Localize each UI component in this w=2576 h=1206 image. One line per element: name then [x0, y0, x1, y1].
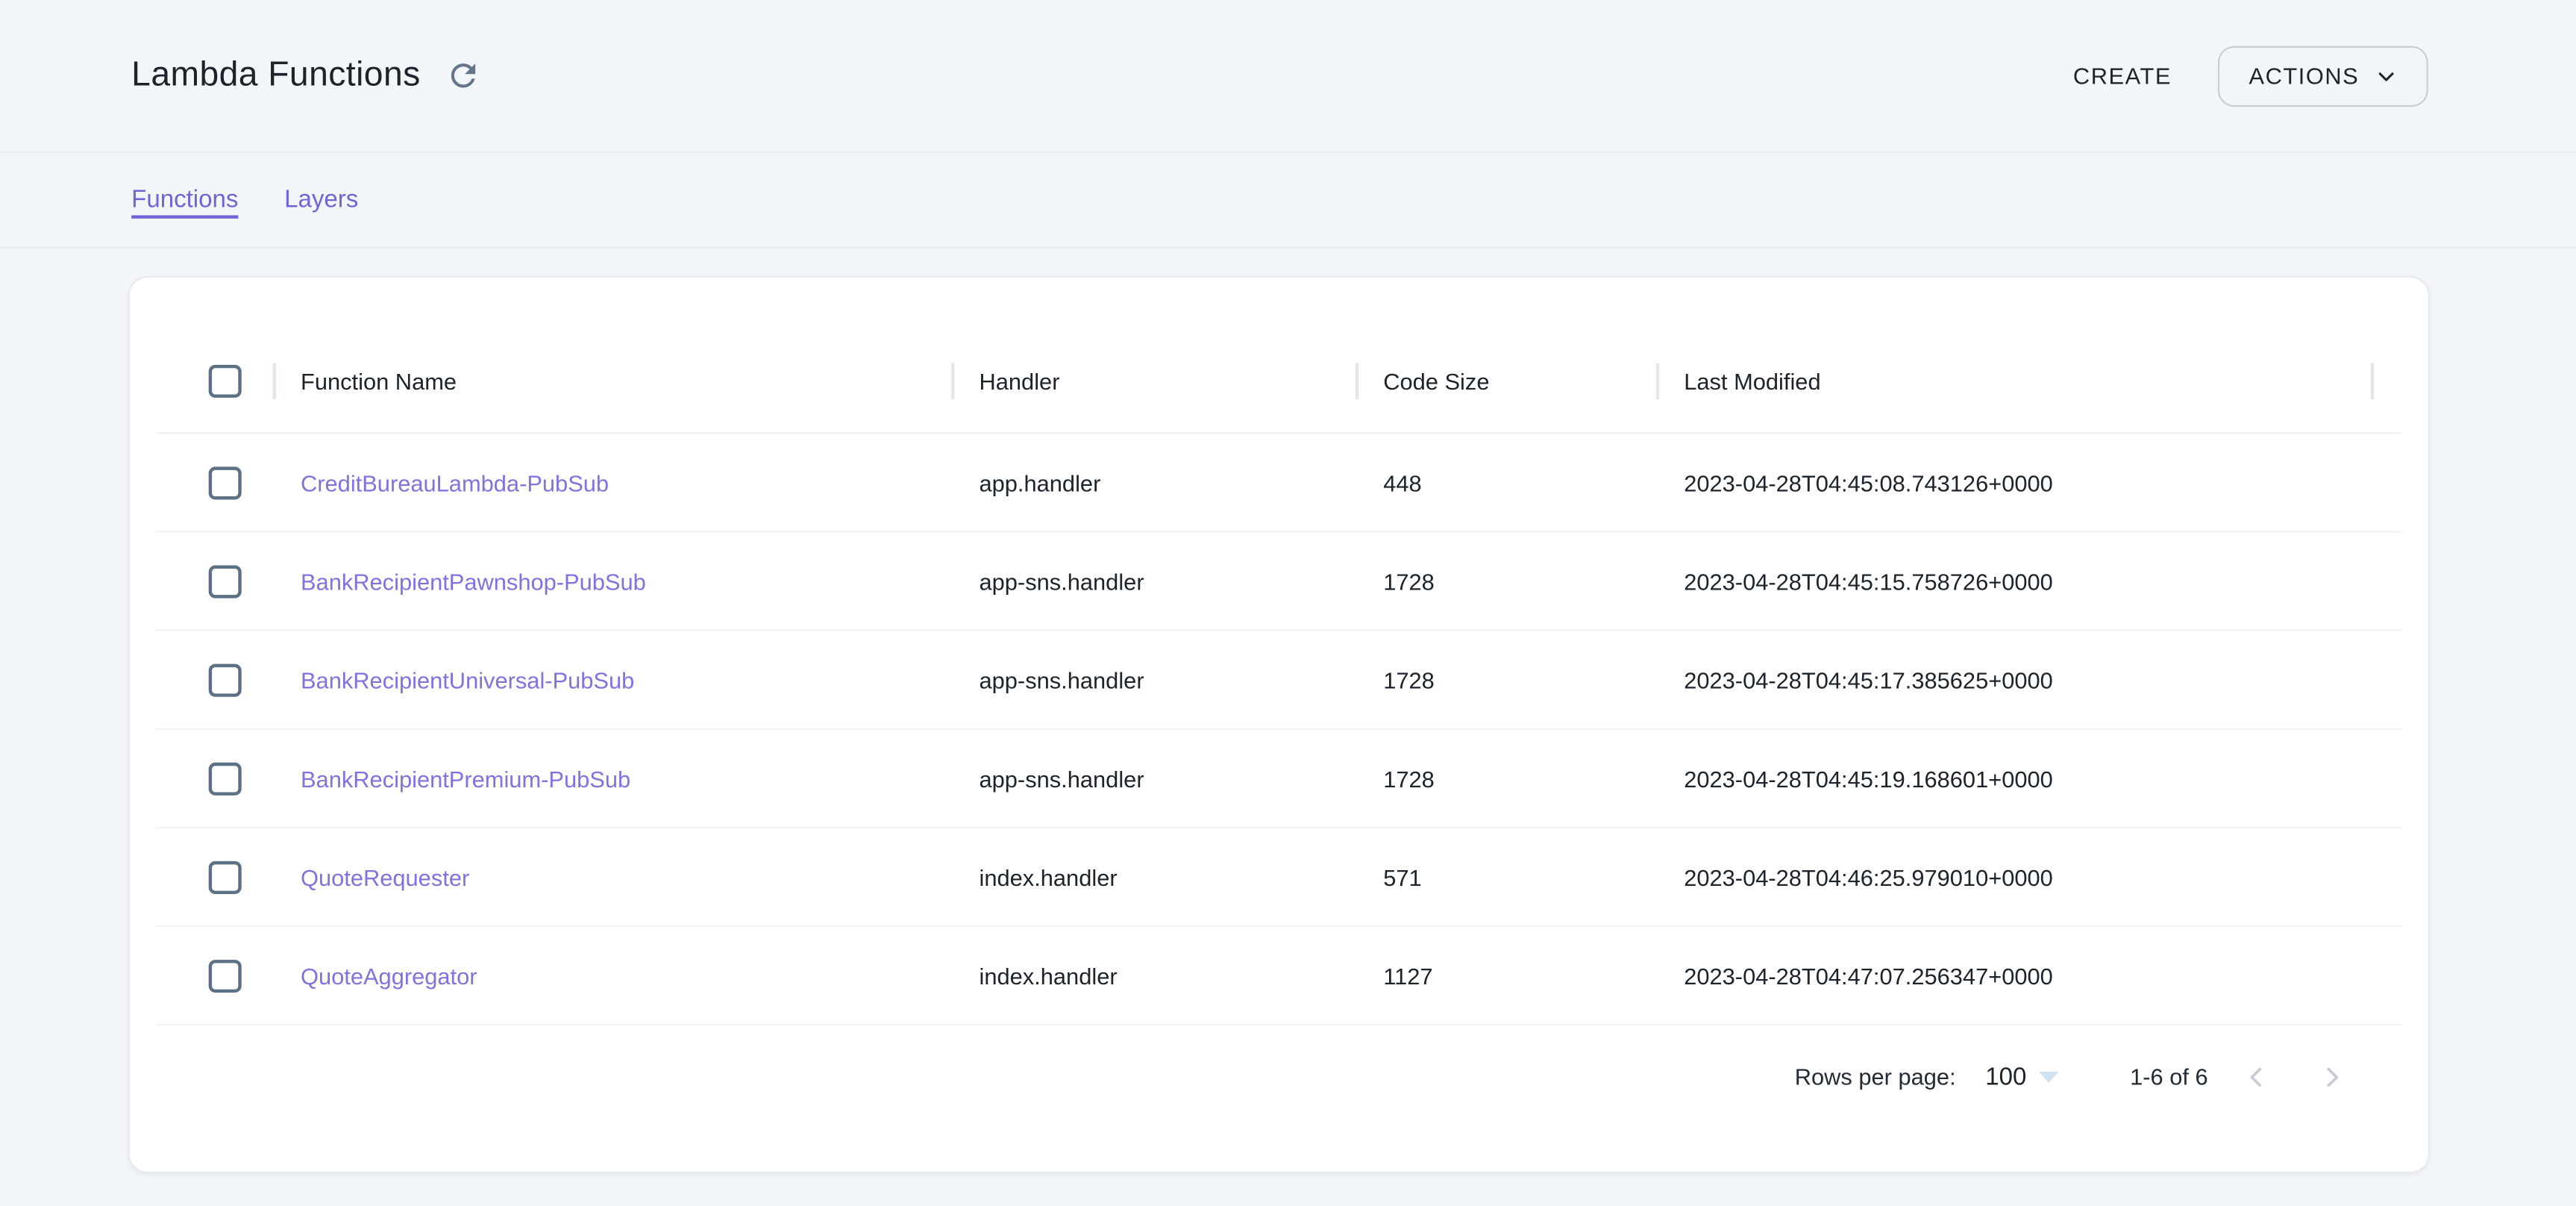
row-checkbox-cell — [156, 860, 272, 893]
code-size-cell: 1728 — [1356, 765, 1656, 791]
table-pagination: Rows per page: 100 1-6 of 6 — [156, 1025, 2401, 1128]
column-header-label: Function Name — [301, 368, 457, 394]
resource-tabs: Functions Layers — [0, 153, 2576, 249]
page-title: Lambda Functions — [131, 56, 421, 96]
column-header-label: Handler — [979, 368, 1059, 394]
row-checkbox[interactable] — [209, 959, 242, 992]
column-header-code-size[interactable]: Code Size — [1356, 331, 1656, 433]
code-size-cell: 1127 — [1356, 962, 1656, 988]
function-name-cell: QuoteRequester — [273, 863, 951, 890]
column-separator — [1656, 363, 1659, 399]
handler-cell: app.handler — [951, 469, 1356, 496]
previous-page-button[interactable] — [2228, 1049, 2284, 1105]
handler-cell: app-sns.handler — [951, 666, 1356, 693]
select-all-checkbox[interactable] — [209, 365, 242, 398]
column-separator — [2371, 363, 2374, 399]
rows-per-page-label: Rows per page: — [1795, 1063, 1956, 1090]
actions-button-label: ACTIONS — [2248, 63, 2359, 89]
next-page-button[interactable] — [2303, 1049, 2359, 1105]
table-row: QuoteAggregator index.handler 1127 2023-… — [156, 927, 2401, 1025]
last-modified-cell: 2023-04-28T04:45:19.168601+0000 — [1656, 765, 2371, 791]
lambda-functions-page: Lambda Functions CREATE ACTIONS Function… — [0, 0, 2576, 1206]
pagination-range: 1-6 of 6 — [2130, 1063, 2208, 1090]
table-row: BankRecipientPawnshop-PubSub app-sns.han… — [156, 533, 2401, 631]
column-separator — [273, 363, 276, 399]
table-row: BankRecipientPremium-PubSub app-sns.hand… — [156, 730, 2401, 828]
header-checkbox-cell — [156, 365, 272, 398]
column-header-function-name[interactable]: Function Name — [273, 331, 951, 433]
rows-per-page-value: 100 — [1985, 1063, 2026, 1090]
column-separator — [951, 363, 954, 399]
refresh-icon — [445, 57, 481, 93]
chevron-down-icon — [2375, 65, 2397, 87]
code-size-cell: 1728 — [1356, 666, 1656, 693]
row-checkbox-cell — [156, 663, 272, 696]
code-size-cell: 1728 — [1356, 568, 1656, 594]
function-name-cell: BankRecipientPremium-PubSub — [273, 765, 951, 791]
row-checkbox[interactable] — [209, 466, 242, 499]
row-checkbox[interactable] — [209, 564, 242, 597]
last-modified-cell: 2023-04-28T04:45:15.758726+0000 — [1656, 568, 2371, 594]
chevron-left-icon — [2242, 1063, 2269, 1090]
last-modified-cell: 2023-04-28T04:47:07.256347+0000 — [1656, 962, 2371, 988]
handler-cell: index.handler — [951, 863, 1356, 890]
table-header-row: Function Name Handler Code Size Last Mod… — [156, 331, 2401, 434]
function-name-link[interactable]: BankRecipientUniversal-PubSub — [301, 666, 634, 693]
function-name-link[interactable]: BankRecipientPawnshop-PubSub — [301, 568, 646, 594]
tab-functions[interactable]: Functions — [131, 186, 238, 213]
row-checkbox[interactable] — [209, 860, 242, 893]
handler-cell: app-sns.handler — [951, 568, 1356, 594]
last-modified-cell: 2023-04-28T04:45:17.385625+0000 — [1656, 666, 2371, 693]
column-header-last-modified[interactable]: Last Modified — [1656, 331, 2371, 433]
actions-button[interactable]: ACTIONS — [2218, 46, 2428, 106]
last-modified-cell: 2023-04-28T04:46:25.979010+0000 — [1656, 863, 2371, 890]
function-name-link[interactable]: BankRecipientPremium-PubSub — [301, 765, 630, 791]
rows-per-page-select[interactable]: 100 — [1985, 1063, 2058, 1090]
function-name-cell: BankRecipientPawnshop-PubSub — [273, 568, 951, 594]
table-row: QuoteRequester index.handler 571 2023-04… — [156, 828, 2401, 927]
code-size-cell: 571 — [1356, 863, 1656, 890]
row-checkbox-cell — [156, 959, 272, 992]
row-checkbox-cell — [156, 762, 272, 795]
row-checkbox-cell — [156, 466, 272, 499]
chevron-right-icon — [2317, 1063, 2345, 1090]
table-row: CreditBureauLambda-PubSub app.handler 44… — [156, 434, 2401, 532]
function-name-cell: CreditBureauLambda-PubSub — [273, 469, 951, 496]
dropdown-arrow-icon — [2038, 1071, 2058, 1082]
function-name-link[interactable]: QuoteAggregator — [301, 962, 477, 988]
handler-cell: index.handler — [951, 962, 1356, 988]
refresh-button[interactable] — [442, 54, 484, 97]
tab-layers[interactable]: Layers — [284, 186, 358, 213]
column-header-label: Code Size — [1383, 368, 1489, 394]
row-checkbox-cell — [156, 564, 272, 597]
table-row: BankRecipientUniversal-PubSub app-sns.ha… — [156, 631, 2401, 730]
code-size-cell: 448 — [1356, 469, 1656, 496]
header-trailing-cell — [2371, 331, 2402, 433]
column-header-label: Last Modified — [1684, 368, 1820, 394]
column-separator — [1356, 363, 1358, 399]
last-modified-cell: 2023-04-28T04:45:08.743126+0000 — [1656, 469, 2371, 496]
page-header: Lambda Functions CREATE ACTIONS — [0, 0, 2576, 153]
row-checkbox[interactable] — [209, 762, 242, 795]
create-button[interactable]: CREATE — [2057, 49, 2188, 101]
function-name-link[interactable]: QuoteRequester — [301, 863, 469, 890]
function-name-cell: BankRecipientUniversal-PubSub — [273, 666, 951, 693]
handler-cell: app-sns.handler — [951, 765, 1356, 791]
column-header-handler[interactable]: Handler — [951, 331, 1356, 433]
function-name-link[interactable]: CreditBureauLambda-PubSub — [301, 469, 609, 496]
row-checkbox[interactable] — [209, 663, 242, 696]
functions-table-card: Function Name Handler Code Size Last Mod… — [128, 276, 2430, 1173]
function-name-cell: QuoteAggregator — [273, 962, 951, 988]
